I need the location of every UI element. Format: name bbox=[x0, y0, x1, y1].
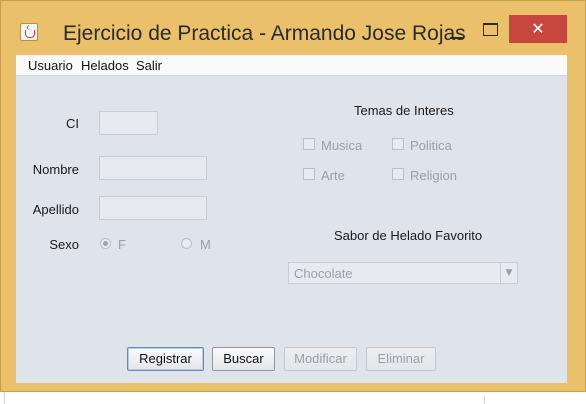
radio-sexo-m[interactable] bbox=[181, 238, 192, 249]
menu-bar: Usuario Helados Salir bbox=[16, 55, 567, 76]
chevron-down-icon: ▼ bbox=[500, 263, 517, 283]
apellido-label: Apellido bbox=[32, 202, 79, 217]
menu-salir[interactable]: Salir bbox=[136, 58, 162, 73]
eliminar-button[interactable]: Eliminar bbox=[366, 347, 436, 371]
background-area bbox=[4, 392, 485, 404]
sexo-label: Sexo bbox=[49, 237, 79, 252]
radio-sexo-f[interactable] bbox=[100, 238, 111, 249]
minimize-icon bbox=[450, 37, 464, 39]
checkbox-religion[interactable] bbox=[392, 168, 404, 180]
checkbox-arte-label: Arte bbox=[321, 168, 345, 183]
checkbox-musica[interactable] bbox=[303, 138, 315, 150]
minimize-button[interactable] bbox=[442, 15, 472, 43]
checkbox-politica-label: Politica bbox=[410, 138, 452, 153]
nombre-label: Nombre bbox=[32, 162, 79, 177]
radio-sexo-m-label: M bbox=[200, 237, 211, 252]
checkbox-arte[interactable] bbox=[303, 168, 315, 180]
title-bar[interactable]: Ejercicio de Practica - Armando Jose Roj… bbox=[1, 1, 585, 45]
flavor-select-value: Chocolate bbox=[294, 266, 353, 281]
maximize-icon bbox=[483, 23, 498, 36]
nombre-input[interactable] bbox=[99, 156, 207, 180]
checkbox-musica-label: Musica bbox=[321, 138, 363, 153]
ci-input[interactable] bbox=[99, 111, 158, 135]
radio-sexo-f-label: F bbox=[118, 237, 126, 252]
close-button[interactable]: ✕ bbox=[509, 15, 567, 43]
checkbox-politica[interactable] bbox=[392, 138, 404, 150]
window-title: Ejercicio de Practica - Armando Jose Roj… bbox=[63, 22, 466, 45]
buscar-button[interactable]: Buscar bbox=[212, 347, 275, 371]
maximize-button[interactable] bbox=[475, 15, 505, 43]
interests-title: Temas de Interes bbox=[354, 103, 454, 118]
background-divider bbox=[484, 396, 505, 404]
modificar-button[interactable]: Modificar bbox=[284, 347, 357, 371]
menu-usuario[interactable]: Usuario bbox=[28, 58, 73, 73]
menu-helados[interactable]: Helados bbox=[81, 58, 129, 73]
apellido-input[interactable] bbox=[99, 196, 207, 220]
form-panel: CI Nombre Apellido Sexo F M Temas de Int… bbox=[16, 76, 567, 383]
flavor-select[interactable]: Chocolate ▼ bbox=[288, 262, 518, 284]
java-cup-icon bbox=[20, 23, 38, 41]
flavor-title: Sabor de Helado Favorito bbox=[334, 228, 483, 243]
close-icon: ✕ bbox=[531, 19, 545, 38]
registrar-button[interactable]: Registrar bbox=[127, 347, 204, 371]
app-window: Ejercicio de Practica - Armando Jose Roj… bbox=[0, 0, 586, 392]
checkbox-religion-label: Religion bbox=[410, 168, 457, 183]
ci-label: CI bbox=[66, 116, 79, 131]
